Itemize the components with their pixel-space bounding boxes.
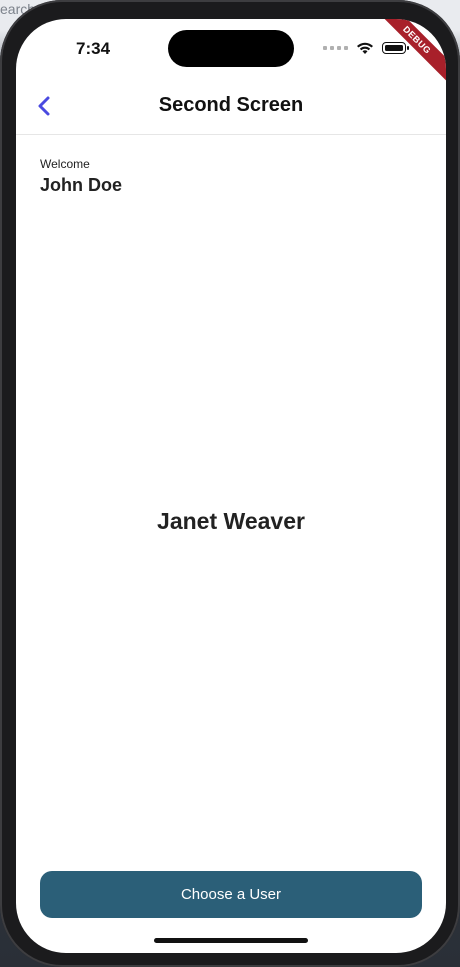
- status-time: 7:34: [76, 39, 111, 58]
- dynamic-island: [168, 30, 294, 67]
- battery-icon: [382, 42, 409, 54]
- cellular-signal-icon: [323, 46, 348, 50]
- wifi-icon: [357, 42, 373, 54]
- home-indicator[interactable]: [154, 938, 308, 943]
- selected-user-name: Janet Weaver: [157, 508, 305, 534]
- user-name: John Doe: [40, 175, 123, 195]
- status-icons: [323, 41, 409, 55]
- welcome-label: Welcome: [40, 157, 90, 171]
- page-title: Second Screen: [158, 94, 304, 116]
- app-bar: Second Screen: [16, 79, 446, 135]
- phone-frame: 7:34 DEBUG Second Screen Welcome John Do…: [0, 0, 460, 967]
- phone-screen: 7:34 DEBUG Second Screen Welcome John Do…: [16, 19, 446, 953]
- choose-user-button[interactable]: Choose a User: [40, 871, 422, 918]
